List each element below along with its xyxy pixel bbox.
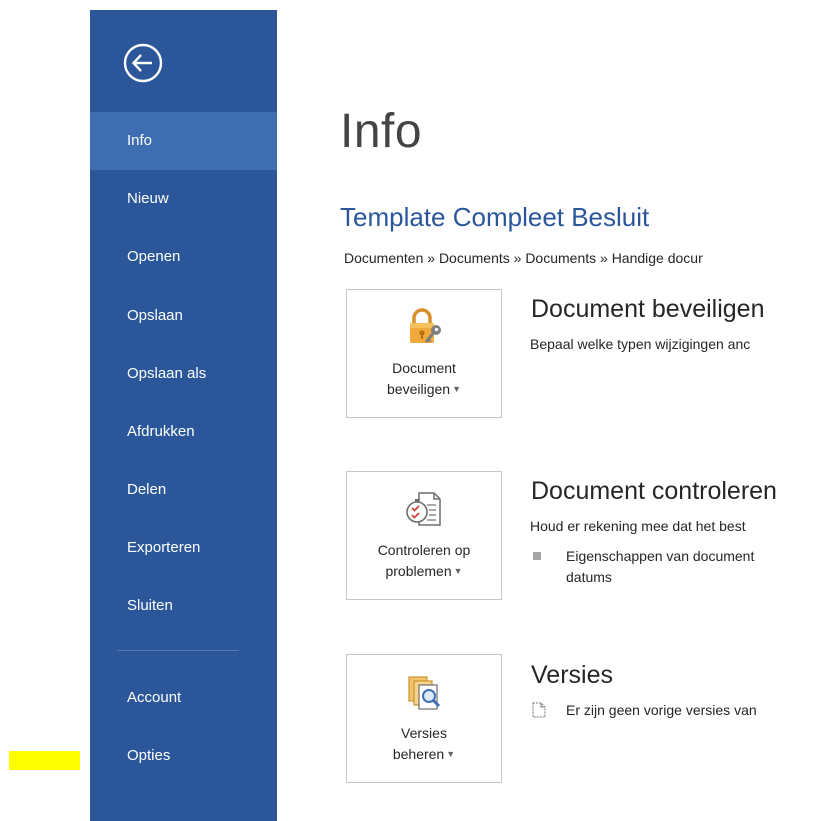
dropdown-caret-icon: ▼ (452, 384, 461, 394)
manage-versions-button[interactable]: Versies beheren ▼ (346, 654, 502, 783)
inspect-document-icon (406, 492, 441, 526)
check-for-issues-button[interactable]: Controleren op problemen ▼ (346, 471, 502, 600)
yellow-highlight-marker (9, 751, 80, 770)
manage-versions-label: Versies beheren ▼ (347, 723, 501, 765)
nav-item-info[interactable]: Info (90, 112, 277, 170)
versions-heading: Versies (531, 661, 613, 689)
page-title: Info (340, 105, 423, 158)
nav-item-sluiten[interactable]: Sluiten (90, 577, 277, 635)
check-for-issues-label-line1: Controleren op (377, 542, 471, 558)
backstage-nav: Info Nieuw Openen Opslaan Opslaan als Af… (90, 10, 277, 821)
breadcrumb[interactable]: Documenten » Documents » Documents » Han… (344, 250, 703, 266)
protect-document-label-line2: beveiligen (387, 381, 451, 397)
protect-document-label-line1: Document (392, 360, 456, 376)
nav-item-opties[interactable]: Opties (90, 727, 277, 785)
bullet-text-line2: datums (566, 569, 612, 585)
info-panel: Info Template Compleet Besluit Documente… (277, 0, 815, 821)
nav-item-delen[interactable]: Delen (90, 461, 277, 519)
protect-document-label: Document beveiligen ▼ (347, 358, 501, 400)
protect-document-button[interactable]: Document beveiligen ▼ (346, 289, 502, 418)
manage-versions-label-line1: Versies (401, 725, 447, 741)
nav-item-afdrukken[interactable]: Afdrukken (90, 403, 277, 461)
document-version-icon (532, 702, 546, 718)
versions-description: Er zijn geen vorige versies van (566, 702, 757, 718)
nav-item-account[interactable]: Account (90, 669, 277, 727)
nav-item-opslaan-als[interactable]: Opslaan als (90, 345, 277, 403)
dropdown-caret-icon: ▼ (446, 749, 456, 759)
manage-versions-label-line2: beheren (392, 746, 445, 762)
protect-document-heading: Document beveiligen (531, 295, 765, 323)
bullet-text-line1: Eigenschappen van document (566, 548, 755, 564)
document-title[interactable]: Template Compleet Besluit (340, 202, 649, 233)
protect-document-description: Bepaal welke typen wijzigingen anc (530, 336, 751, 352)
nav-item-exporteren[interactable]: Exporteren (90, 519, 277, 577)
nav-item-nieuw[interactable]: Nieuw (90, 170, 277, 228)
inspect-document-bullet: Eigenschappen van document datums (532, 546, 815, 588)
versions-row: Er zijn geen vorige versies van (532, 700, 815, 721)
manage-versions-icon (408, 676, 441, 710)
nav-item-opslaan[interactable]: Opslaan (90, 287, 277, 345)
padlock-key-icon (410, 308, 441, 343)
bullet-square-icon (533, 552, 541, 560)
back-arrow-circle-icon (123, 43, 163, 83)
nav-divider (117, 650, 239, 651)
check-for-issues-label-line2: problemen (385, 563, 452, 579)
back-button[interactable] (123, 43, 163, 83)
dropdown-caret-icon: ▼ (453, 566, 463, 576)
inspect-document-heading: Document controleren (531, 477, 777, 505)
check-for-issues-label: Controleren op problemen ▼ (347, 540, 501, 582)
inspect-document-description: Houd er rekening mee dat het best (530, 518, 746, 534)
nav-item-openen[interactable]: Openen (90, 228, 277, 286)
